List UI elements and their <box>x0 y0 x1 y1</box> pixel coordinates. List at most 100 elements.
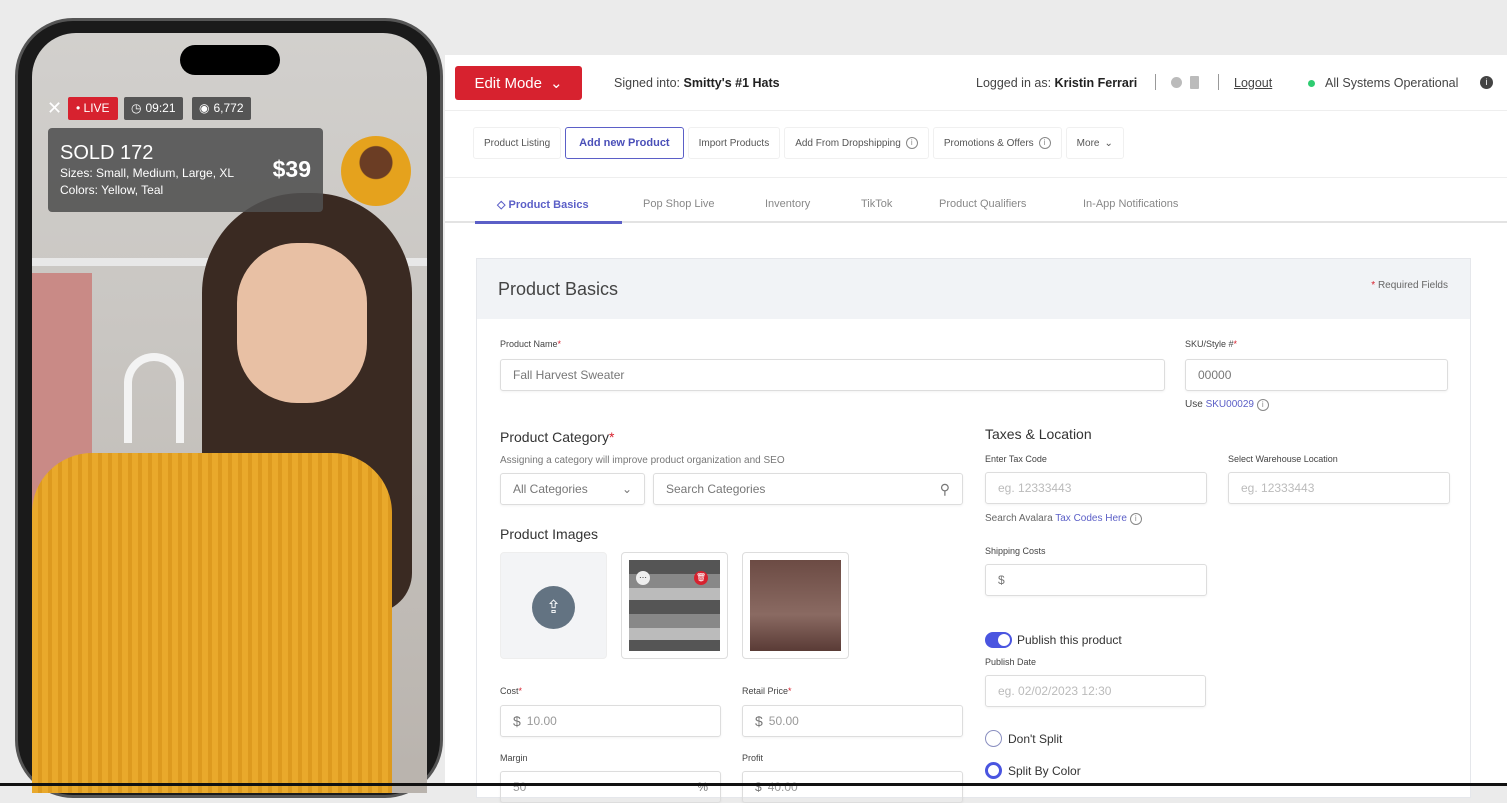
product-basics-card: Product Basics * Required Fields Product… <box>476 258 1471 803</box>
price: $39 <box>272 156 311 182</box>
shipping-value: $ <box>998 573 1005 587</box>
tax-codes-link[interactable]: Tax Codes Here <box>1055 513 1127 524</box>
sku-suggest-link[interactable]: SKU00029 <box>1206 399 1254 410</box>
host-avatar[interactable] <box>341 136 411 206</box>
cost-label: Cost* <box>500 686 523 696</box>
viewers-badge: ◉ 6,772 <box>192 97 251 120</box>
close-icon[interactable]: ✕ <box>47 98 62 119</box>
cost-input[interactable]: $10.00 <box>500 705 721 737</box>
dont-split-radio[interactable] <box>985 730 1002 747</box>
subnav-more[interactable]: More ⌄ <box>1065 127 1124 159</box>
delete-icon[interactable]: 🗑 <box>694 571 708 585</box>
warehouse-input[interactable]: eg. 12333443 <box>1228 472 1450 504</box>
product-name-input[interactable]: Fall Harvest Sweater <box>500 359 1165 391</box>
retail-price-input[interactable]: $50.00 <box>742 705 963 737</box>
publish-label: Publish this product <box>1017 633 1122 647</box>
card-title: Product Basics <box>498 279 619 299</box>
subnav-add-from-dropshipping[interactable]: Add From Dropshipping i <box>784 127 929 159</box>
label: Add new Product <box>579 137 670 149</box>
chevron-down-icon: ⌄ <box>621 482 632 496</box>
logout-link[interactable]: Logout <box>1234 76 1272 90</box>
label: Add From Dropshipping <box>795 137 901 149</box>
tab-in-app-notifications[interactable]: In-App Notifications <box>1083 198 1178 210</box>
product-image-2[interactable] <box>742 552 849 659</box>
category-search-input[interactable]: Search Categories ⚲ <box>653 473 963 505</box>
edit-mode-label: Edit Mode <box>474 74 542 92</box>
upload-image-button[interactable]: ⇪ <box>500 552 607 659</box>
info-icon[interactable]: i <box>905 137 918 149</box>
user-name: Kristin Ferrari <box>1054 76 1138 90</box>
subnav-product-listing[interactable]: Product Listing <box>473 127 562 159</box>
subnav-add-new-product[interactable]: Add new Product <box>565 127 684 159</box>
search-icon: ⚲ <box>939 480 950 497</box>
publish-date-label: Publish Date <box>985 657 1037 667</box>
publish-toggle[interactable] <box>985 632 1012 648</box>
product-subnav: Product Listing Add new Product Import P… <box>473 127 1124 159</box>
split-by-color-radio[interactable] <box>985 762 1002 779</box>
info-icon[interactable]: i <box>1038 137 1051 149</box>
chevron-down-icon: ⌄ <box>1104 137 1113 149</box>
subnav-promotions-offers[interactable]: Promotions & Offers i <box>932 127 1062 159</box>
subnav-import-products[interactable]: Import Products <box>687 127 781 159</box>
timer-text: 09:21 <box>145 101 176 115</box>
shipping-input[interactable]: $ <box>985 564 1207 596</box>
taxes-title: Taxes & Location <box>985 426 1092 442</box>
edit-mode-button[interactable]: Edit Mode ⌄ <box>455 66 582 100</box>
avalara-text: Search Avalara <box>985 513 1053 524</box>
top-bar: Edit Mode ⌄ Signed into: Smitty's #1 Hats… <box>445 55 1507 111</box>
category-title: Product Category* <box>500 429 615 445</box>
publish-date-input[interactable]: eg. 02/02/2023 12:30 <box>985 675 1206 707</box>
images-title: Product Images <box>500 526 599 542</box>
tab-product-qualifiers[interactable]: Product Qualifiers <box>939 198 1026 210</box>
drag-icon[interactable]: ⋯ <box>636 571 650 585</box>
tax-code-label: Enter Tax Code <box>985 454 1047 464</box>
sku-input[interactable]: 00000 <box>1185 359 1448 391</box>
divider <box>1155 74 1156 90</box>
yellow-sweater <box>32 453 392 793</box>
colors-text: Colors: Yellow, Teal <box>60 183 164 197</box>
tab-pop-shop-live[interactable]: Pop Shop Live <box>643 198 715 210</box>
product-image-1[interactable]: ⋯ 🗑 <box>621 552 728 659</box>
timer-badge: ◷ 09:21 <box>124 97 183 120</box>
product-name-label: Product Name* <box>500 339 562 349</box>
tab-tiktok[interactable]: TikTok <box>861 198 892 210</box>
logged-in: Logged in as: Kristin Ferrari <box>976 76 1137 90</box>
card-header: Product Basics * Required Fields <box>477 259 1470 319</box>
category-select-value: All Categories <box>513 482 588 496</box>
shipping-label: Shipping Costs <box>985 546 1046 556</box>
cost-value: 10.00 <box>526 714 557 728</box>
tab-product-basics[interactable]: ◇ Product Basics <box>497 198 589 211</box>
divider <box>1218 74 1219 90</box>
margin-input[interactable]: 50% <box>500 771 721 803</box>
status-dot-icon <box>1308 80 1315 87</box>
clock-icon: ◷ <box>131 101 142 115</box>
category-search-placeholder: Search Categories <box>666 482 766 496</box>
system-status: All Systems Operational <box>1325 76 1459 90</box>
profit-input[interactable]: $40.00 <box>742 771 963 803</box>
label: Promotions & Offers <box>943 137 1034 149</box>
active-tab-indicator <box>475 221 622 224</box>
sold-count: SOLD 172 <box>60 142 154 164</box>
dont-split-label: Don't Split <box>1008 732 1063 746</box>
tag-icon: ◇ <box>497 199 509 211</box>
category-select[interactable]: All Categories ⌄ <box>500 473 645 505</box>
info-icon[interactable]: i <box>1129 513 1142 525</box>
help-icon[interactable] <box>1171 77 1182 88</box>
tab-inventory[interactable]: Inventory <box>765 198 810 210</box>
retail-price-label: Retail Price* <box>742 686 792 696</box>
warehouse-placeholder: eg. 12333443 <box>1241 481 1315 495</box>
product-overlay[interactable]: SOLD 172 Sizes: Small, Medium, Large, XL… <box>48 128 323 212</box>
live-badge: • LIVE <box>68 97 118 120</box>
required-note-text: Required Fields <box>1377 280 1448 291</box>
split-by-color-label: Split By Color <box>1008 764 1081 778</box>
label: Product Listing <box>484 137 551 149</box>
sizes-text: Sizes: Small, Medium, Large, XL <box>60 166 235 180</box>
tax-code-input[interactable]: eg. 12333443 <box>985 472 1207 504</box>
info-icon[interactable]: i <box>1256 399 1269 411</box>
info-icon[interactable]: i <box>1480 76 1493 89</box>
clipboard-icon[interactable] <box>1190 76 1199 89</box>
eye-icon: ◉ <box>199 101 210 115</box>
upload-icon: ⇪ <box>532 586 575 629</box>
cardigan-photo <box>750 560 841 651</box>
logged-in-label: Logged in as: <box>976 76 1052 90</box>
